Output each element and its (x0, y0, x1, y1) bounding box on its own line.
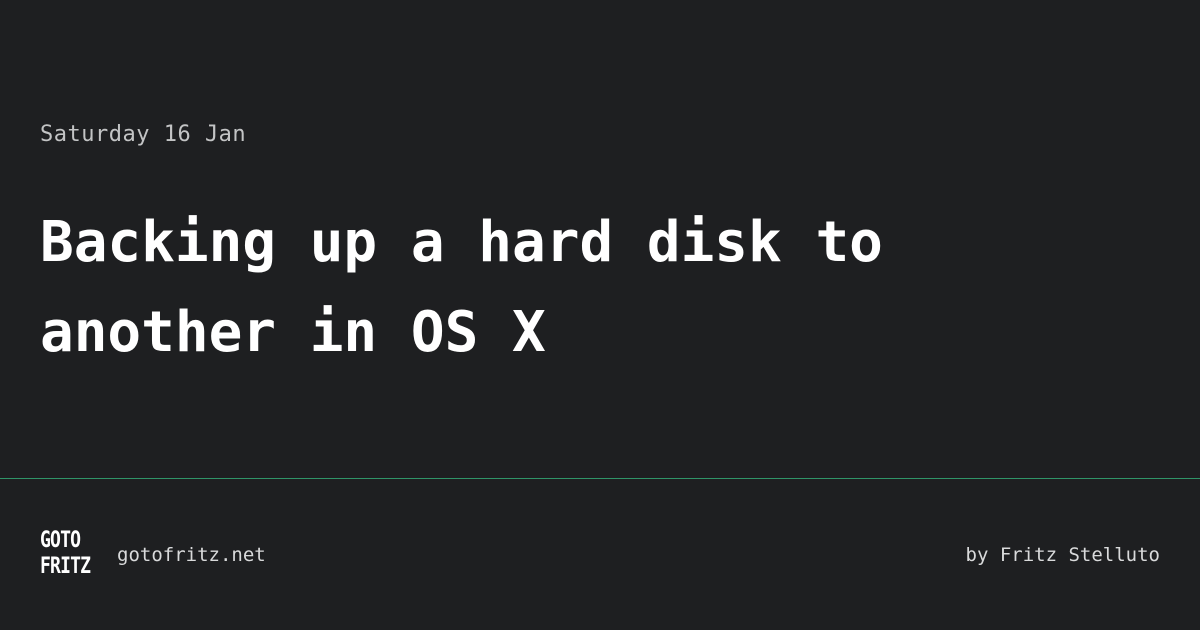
author-byline: by Fritz Stelluto (965, 544, 1160, 566)
site-domain[interactable]: gotofritz.net (117, 543, 266, 567)
post-title: Backing up a hard disk to another in OS … (40, 210, 883, 365)
logo-line-2: FRITZ (40, 554, 91, 579)
site-logo[interactable]: GOTO FRITZ (40, 528, 104, 582)
social-card: Saturday 16 Jan Backing up a hard disk t… (0, 0, 1200, 630)
logo-line-1: GOTO (40, 528, 81, 553)
post-date: Saturday 16 Jan (40, 122, 247, 147)
divider (0, 478, 1200, 479)
